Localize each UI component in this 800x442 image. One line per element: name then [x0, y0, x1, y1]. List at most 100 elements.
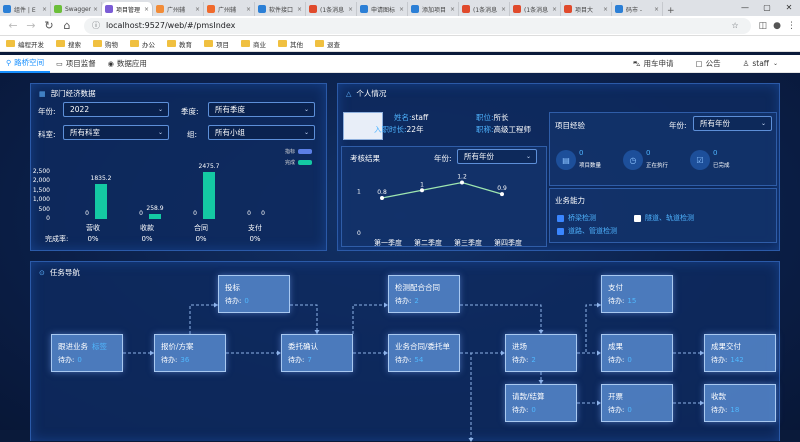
- browser-tab[interactable]: 广州辅 ×: [153, 2, 204, 16]
- bookmark-folder[interactable]: 搜索: [56, 39, 81, 49]
- profile-icon[interactable]: ●: [773, 21, 781, 31]
- menu-icon[interactable]: ⋮: [787, 21, 796, 31]
- browser-tab[interactable]: Swagger ×: [51, 2, 102, 16]
- tab-close-icon[interactable]: ×: [195, 6, 200, 13]
- completion-label: 完成率:: [45, 235, 69, 243]
- year-label: 年份:: [38, 107, 56, 116]
- user-menu[interactable]: ♙ staff ⌄: [743, 59, 778, 68]
- new-tab-button[interactable]: +: [663, 6, 679, 16]
- bookmark-folder[interactable]: 其他: [278, 39, 303, 49]
- checklist-icon: ☑: [690, 150, 710, 170]
- project-year-select[interactable]: 所有年份 ⌄: [693, 116, 772, 131]
- flow-node-name: 业务合同/委托单: [395, 342, 451, 351]
- flow-node[interactable]: 请款/结算 待办: 0: [505, 384, 577, 422]
- tab-close-icon[interactable]: ×: [501, 6, 506, 13]
- ability-tunnel-checkbox[interactable]: 隧道、轨道检测: [634, 213, 694, 223]
- legend-done[interactable]: 完成: [285, 159, 313, 166]
- home-icon[interactable]: ⌂: [58, 19, 76, 32]
- group-select[interactable]: 所有小组 ⌄: [208, 125, 315, 140]
- tab-favicon-icon: [54, 5, 62, 13]
- flow-node[interactable]: 成果交付 待办: 142: [704, 334, 776, 372]
- browser-tab[interactable]: 码市 - ×: [612, 2, 663, 16]
- nav-tab-project-supervision[interactable]: ▭ 项目监督: [50, 55, 102, 73]
- browser-tab[interactable]: 组件 | E ×: [0, 2, 51, 16]
- reload-icon[interactable]: ↻: [40, 19, 58, 32]
- browser-tab[interactable]: (1条消息 ×: [510, 2, 561, 16]
- tab-close-icon[interactable]: ×: [246, 6, 251, 13]
- bookmark-folder[interactable]: 编程开发: [6, 39, 44, 49]
- flow-node[interactable]: 报价/方案 待办: 36: [154, 334, 226, 372]
- bookmark-folder[interactable]: 商业: [241, 39, 266, 49]
- flow-node[interactable]: 进场 待办: 2: [505, 334, 577, 372]
- flow-node[interactable]: 检测配合合同 待办: 2: [388, 275, 460, 313]
- ability-bridge-checkbox[interactable]: 桥梁检测: [557, 213, 596, 223]
- office-select[interactable]: 所有科室 ⌄: [63, 125, 169, 140]
- tab-close-icon[interactable]: ×: [399, 6, 404, 13]
- tab-close-icon[interactable]: ×: [552, 6, 557, 13]
- nav-tab-data-application[interactable]: ◉ 数据应用: [102, 55, 153, 73]
- flow-node-tag[interactable]: 标签: [92, 342, 107, 351]
- flow-node[interactable]: 业务合同/委托单 待办: 54: [388, 334, 460, 372]
- tab-close-icon[interactable]: ×: [654, 6, 659, 13]
- tab-close-icon[interactable]: ×: [297, 6, 302, 13]
- tab-close-icon[interactable]: ×: [603, 6, 608, 13]
- flow-node[interactable]: 成果 待办: 0: [601, 334, 673, 372]
- flow-node[interactable]: 委托确认 待办: 7: [281, 334, 353, 372]
- extension-icon[interactable]: ◫: [759, 21, 768, 31]
- assessment-year-select[interactable]: 所有年份 ⌄: [457, 149, 537, 164]
- bookmark-folder[interactable]: 项目: [204, 39, 229, 49]
- legend-target[interactable]: 指标: [285, 148, 313, 155]
- flow-node[interactable]: 投标 待办: 0: [218, 275, 290, 313]
- minimize-icon[interactable]: —: [734, 0, 756, 16]
- tab-close-icon[interactable]: ×: [42, 6, 47, 13]
- flow-node-pending: 待办: 15: [608, 296, 636, 306]
- dept-economic-panel: ▦ 部门经济数据 年份: 2022 ⌄ 季度: 所有季度 ⌄ 科室: 所有科室 ⌄ 组:…: [30, 83, 327, 251]
- bookmark-folder[interactable]: 教育: [167, 39, 192, 49]
- tab-close-icon[interactable]: ×: [450, 6, 455, 13]
- flow-node[interactable]: 跟进业务 标签 待办: 0: [51, 334, 123, 372]
- back-icon[interactable]: ←: [4, 19, 22, 32]
- season-select[interactable]: 所有季度 ⌄: [208, 102, 315, 117]
- browser-tab[interactable]: (1条消息 ×: [459, 2, 510, 16]
- tab-title: 添加项目: [422, 6, 447, 14]
- notice-label: 公告: [705, 59, 721, 68]
- browser-tab[interactable]: 项目管理 ×: [102, 2, 153, 16]
- browser-tab[interactable]: 申请图标 ×: [357, 2, 408, 16]
- flow-node-name: 投标: [225, 283, 240, 292]
- flow-node-pending: 待办: 142: [711, 355, 744, 365]
- flow-node-name: 报价/方案: [161, 342, 194, 351]
- bookmark-folder[interactable]: 购物: [93, 39, 118, 49]
- browser-tab[interactable]: 软件接口 ×: [255, 2, 306, 16]
- user-name: staff: [752, 59, 769, 68]
- flow-node[interactable]: 开票 待办: 0: [601, 384, 673, 422]
- stat-name: 项目数量: [579, 163, 602, 169]
- flow-node-pending: 待办: 0: [512, 405, 536, 415]
- tab-close-icon[interactable]: ×: [348, 6, 353, 13]
- info-icon[interactable]: ⓘ: [92, 20, 100, 31]
- flow-node-pending: 待办: 0: [58, 355, 82, 365]
- browser-tab[interactable]: (1条消息 ×: [306, 2, 357, 16]
- chevron-down-icon: ⌄: [760, 120, 766, 127]
- maximize-icon[interactable]: ▢: [756, 0, 778, 16]
- tab-close-icon[interactable]: ×: [144, 6, 149, 13]
- notice-link[interactable]: ▢ 公告: [696, 58, 721, 69]
- browser-tab[interactable]: 添加项目 ×: [408, 2, 459, 16]
- browser-tab[interactable]: 项目大 ×: [561, 2, 612, 16]
- car-request-link[interactable]: ⛍ 用车申请: [633, 58, 674, 69]
- star-icon[interactable]: ☆: [731, 21, 742, 30]
- browser-tab[interactable]: 广州辅 ×: [204, 2, 255, 16]
- forward-icon[interactable]: →: [22, 19, 40, 32]
- group-value: 所有小组: [215, 128, 245, 137]
- bookmark-folder[interactable]: 办公: [130, 39, 155, 49]
- year-select[interactable]: 2022 ⌄: [63, 102, 169, 117]
- close-window-icon[interactable]: ✕: [778, 0, 800, 16]
- nav-tab-bridge-space[interactable]: ⚲ 路桥空间: [0, 55, 51, 73]
- ability-road-checkbox[interactable]: 道路、管道检测: [557, 226, 617, 236]
- tab-close-icon[interactable]: ×: [93, 6, 98, 13]
- tab-favicon-icon: [564, 5, 572, 13]
- flow-node[interactable]: 支付 待办: 15: [601, 275, 673, 313]
- flow-node[interactable]: 收款 待办: 18: [704, 384, 776, 422]
- bookmark-label: 购物: [105, 40, 118, 49]
- bookmark-folder[interactable]: 退查: [315, 39, 340, 49]
- url-field[interactable]: ⓘ localhost:9527/web/#/pmsIndex ☆: [84, 17, 751, 34]
